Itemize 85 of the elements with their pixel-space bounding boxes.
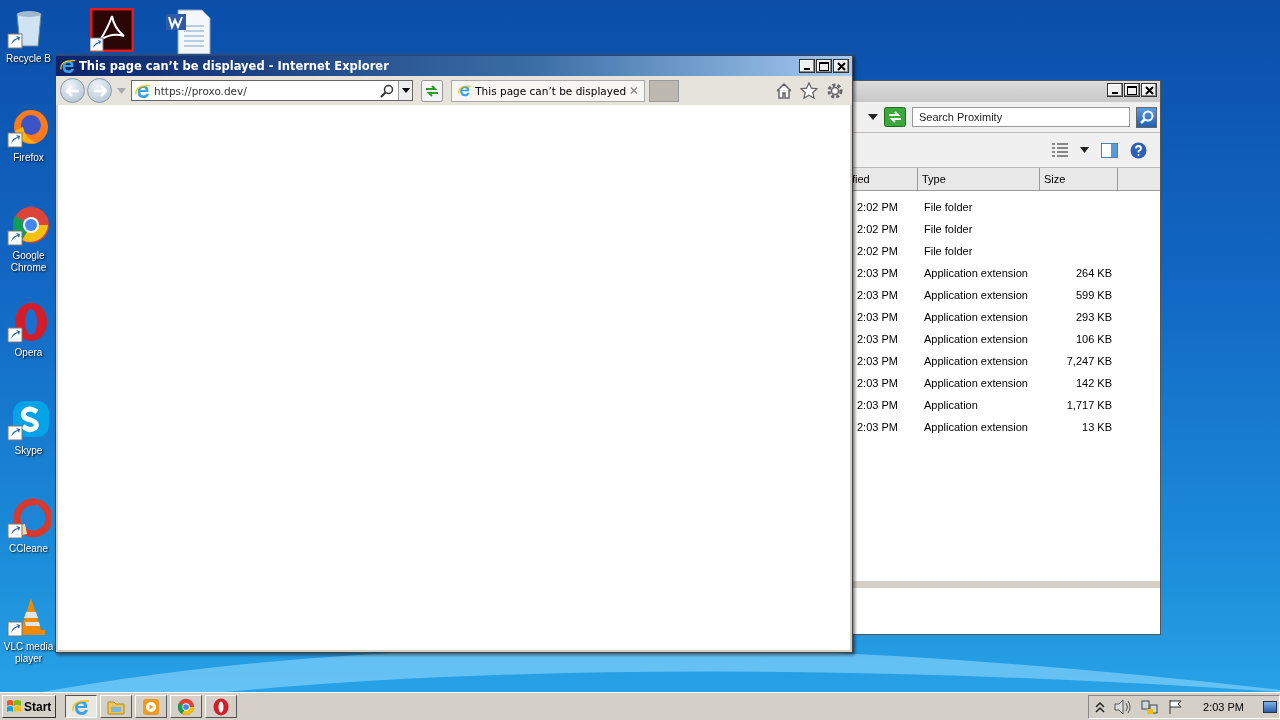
compatibility-view-icon[interactable] bbox=[421, 79, 443, 102]
table-cell-text: Application extension bbox=[924, 289, 1029, 301]
minimize-button[interactable] bbox=[799, 59, 815, 73]
close-icon[interactable] bbox=[630, 86, 638, 95]
search-field[interactable]: Search Proximity bbox=[912, 107, 1130, 127]
chrome-icon bbox=[177, 697, 196, 716]
windows-logo-icon bbox=[6, 699, 22, 714]
ie-icon bbox=[60, 58, 76, 74]
table-cell-text: Application bbox=[924, 399, 979, 411]
table-cell-text: Application extension bbox=[924, 355, 1029, 367]
media-player-icon bbox=[142, 697, 161, 716]
refresh-icon[interactable] bbox=[884, 107, 906, 127]
dropdown-button[interactable] bbox=[398, 81, 412, 100]
caret-icon[interactable] bbox=[1080, 147, 1089, 153]
column-header[interactable]: Type bbox=[918, 168, 1040, 190]
preview-pane-icon[interactable] bbox=[1101, 142, 1118, 158]
settings-icon[interactable] bbox=[826, 81, 844, 100]
table-cell-text: 142 KB bbox=[1074, 377, 1112, 389]
table-cell-text: File folder bbox=[924, 201, 974, 213]
close-button[interactable] bbox=[833, 59, 849, 73]
arrow-left-icon bbox=[65, 84, 80, 97]
desktop-icon-label[interactable]: Recycle B bbox=[6, 53, 51, 65]
skype-icon[interactable] bbox=[6, 398, 51, 442]
table-cell-text: Application extension bbox=[924, 267, 1029, 279]
close-button[interactable] bbox=[1141, 83, 1157, 97]
search-icon[interactable] bbox=[380, 83, 394, 98]
opera-icon bbox=[212, 697, 231, 716]
ccleaner-icon[interactable] bbox=[6, 496, 51, 540]
clock[interactable]: 2:03 PM bbox=[1203, 700, 1244, 713]
desktop-icon-label[interactable]: Firefox bbox=[13, 152, 44, 164]
table-cell-text: Application extension bbox=[924, 311, 1029, 323]
table-cell-text: Application extension bbox=[924, 421, 1029, 433]
table-cell-text: 2:02 PM bbox=[856, 223, 899, 235]
desktop-icon-label[interactable]: Skype bbox=[14, 445, 43, 457]
table-cell-text: 1,717 KB bbox=[1065, 399, 1112, 411]
table-cell-text: File folder bbox=[924, 245, 974, 257]
table-cell-text: 2:03 PM bbox=[856, 289, 899, 301]
table-cell-text: 2:03 PM bbox=[856, 267, 899, 279]
table-cell-text: 293 KB bbox=[1074, 311, 1112, 323]
network-icon[interactable] bbox=[1141, 698, 1160, 715]
maximize-button[interactable] bbox=[816, 59, 832, 73]
view-list-icon[interactable] bbox=[1052, 143, 1068, 157]
taskbar-button[interactable] bbox=[65, 695, 98, 718]
table-cell-text: 2:03 PM bbox=[856, 377, 899, 389]
show-desktop-button[interactable] bbox=[1263, 700, 1277, 713]
word-document-icon[interactable] bbox=[164, 8, 212, 54]
address-bar[interactable]: https://proxo.dev/ bbox=[131, 80, 413, 101]
ie-icon bbox=[135, 82, 151, 99]
window-title: This page can’t be displayed - Internet Explorer bbox=[79, 59, 389, 73]
table-cell-text: 106 KB bbox=[1074, 333, 1112, 345]
table-cell-text: 264 KB bbox=[1074, 267, 1112, 279]
home-icon[interactable] bbox=[776, 82, 792, 99]
help-icon[interactable] bbox=[1130, 141, 1147, 159]
start-button[interactable]: Start bbox=[2, 695, 57, 718]
table-cell-text: 2:02 PM bbox=[856, 201, 899, 213]
caret-icon bbox=[401, 88, 410, 93]
desktop-icon-label[interactable]: Google Chrome bbox=[3, 250, 54, 274]
table-cell-text: 7,247 KB bbox=[1065, 355, 1112, 367]
table-cell-text: Application extension bbox=[924, 377, 1029, 389]
search-button[interactable] bbox=[1136, 106, 1157, 128]
acrobat-icon[interactable] bbox=[90, 8, 134, 52]
ie-icon bbox=[72, 697, 91, 716]
table-cell-text: File folder bbox=[924, 223, 974, 235]
browser-tab[interactable]: This page can’t be displayed bbox=[451, 79, 645, 102]
star-icon[interactable] bbox=[800, 82, 818, 99]
table-cell-text: 2:03 PM bbox=[856, 333, 899, 345]
desktop-icon-label[interactable]: Opera bbox=[14, 347, 43, 359]
maximize-button[interactable] bbox=[1124, 83, 1140, 97]
table-cell-text: 2:02 PM bbox=[856, 245, 899, 257]
caret-icon[interactable] bbox=[868, 114, 878, 120]
arrow-right-icon bbox=[92, 84, 107, 97]
table-cell-text: 2:03 PM bbox=[856, 399, 899, 411]
table-cell-text: 13 KB bbox=[1081, 421, 1112, 433]
ie-icon bbox=[458, 83, 472, 98]
minimize-button[interactable] bbox=[1107, 83, 1123, 97]
volume-icon[interactable] bbox=[1114, 698, 1133, 715]
table-cell-text: 2:03 PM bbox=[856, 421, 899, 433]
column-header[interactable]: Size bbox=[1040, 168, 1118, 190]
address-text: https://proxo.dev/ bbox=[154, 84, 248, 97]
desktop-icon-label[interactable]: CCleane bbox=[9, 543, 48, 555]
show-hidden-icons-icon[interactable] bbox=[1095, 700, 1106, 713]
table-cell-text: 2:03 PM bbox=[856, 311, 899, 323]
table-cell-text: Application extension bbox=[924, 333, 1029, 345]
table-cell-text: 2:03 PM bbox=[856, 355, 899, 367]
table-cell-text: 599 KB bbox=[1074, 289, 1112, 301]
